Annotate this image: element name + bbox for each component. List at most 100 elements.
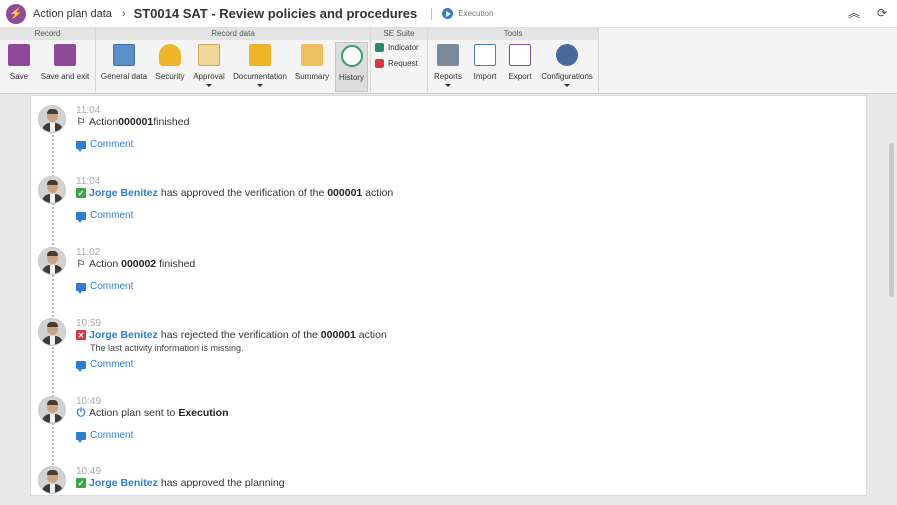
- page-title: ST0014 SAT - Review policies and procedu…: [133, 6, 418, 21]
- entry-text: ✓ Jorge Benitez has approved the plannin…: [76, 477, 285, 489]
- export-label: Export: [508, 72, 532, 81]
- entry-text-pre: Action plan sent to: [89, 407, 179, 419]
- comment-link[interactable]: Comment: [76, 359, 134, 372]
- entry-text-bold: Execution: [178, 407, 229, 419]
- entry-text-post: action: [355, 329, 387, 341]
- save-exit-label: Save and exit: [40, 72, 90, 81]
- entry-text: ✕ Jorge Benitez has rejected the verific…: [76, 329, 387, 341]
- history-button[interactable]: History: [335, 42, 368, 92]
- user-link[interactable]: Jorge Benitez: [89, 477, 158, 489]
- comment-icon: [76, 140, 86, 152]
- history-panel: 11:04 ⚐ Action 000001 finished Comment 1…: [30, 95, 867, 496]
- floppy-disk-icon: [8, 44, 30, 66]
- gear-icon: [556, 44, 578, 66]
- play-status-icon: [442, 8, 454, 19]
- group-title-record-data: Record data: [96, 28, 370, 40]
- scrollbar-thumb[interactable]: [889, 143, 894, 297]
- configurations-button[interactable]: Configurations: [541, 42, 593, 92]
- entry-text: ⚐ Action 000001 finished: [76, 116, 190, 128]
- group-record: Record Save Save and exit: [0, 28, 96, 94]
- group-se-suite: SE Suite Indicator Request: [371, 28, 428, 94]
- summary-button[interactable]: Summary: [294, 42, 330, 92]
- group-title-record: Record: [0, 28, 95, 40]
- reports-label: Reports: [433, 72, 462, 81]
- avatar: [38, 247, 66, 275]
- general-data-button[interactable]: General data: [100, 42, 148, 92]
- entry-text-bold: 000001: [327, 187, 363, 199]
- history-entry: 10:49 ⏻ Action plan sent to Execution Co…: [31, 387, 831, 457]
- approval-button[interactable]: Approval: [192, 42, 226, 92]
- entry-text: ✓ Jorge Benitez has approved the verific…: [76, 187, 393, 199]
- entry-detail: The last activity information is missing…: [90, 343, 244, 353]
- entry-text-post: action: [362, 187, 394, 199]
- save-exit-icon: [54, 44, 76, 66]
- user-link[interactable]: Jorge Benitez: [89, 329, 158, 341]
- history-entry: 11:04 ✓ Jorge Benitez has approved the v…: [31, 167, 831, 237]
- save-button[interactable]: Save: [6, 42, 32, 92]
- request-label: Request: [388, 59, 418, 68]
- approval-label: Approval: [193, 72, 225, 81]
- collapse-icon[interactable]: ︽: [847, 6, 861, 20]
- comment-link[interactable]: Comment: [76, 281, 134, 294]
- security-label: Security: [155, 72, 185, 81]
- action-plan-app-icon: ⚡: [6, 3, 26, 24]
- entry-text-pre: has approved the verification of the: [160, 187, 328, 199]
- reports-button[interactable]: Reports: [433, 42, 463, 92]
- history-entry: 10:49 ✓ Jorge Benitez has approved the p…: [31, 457, 831, 495]
- indicator-button[interactable]: Indicator: [375, 43, 419, 52]
- breadcrumb-root[interactable]: Action plan data: [33, 8, 112, 20]
- flag-icon: ⚐: [76, 258, 86, 270]
- power-icon: ⏻: [76, 406, 86, 419]
- indicator-icon: [375, 43, 384, 52]
- status-label: Execution: [458, 9, 494, 18]
- comment-label: Comment: [90, 281, 134, 292]
- chevron-down-icon: [206, 84, 212, 87]
- comment-link[interactable]: Comment: [76, 210, 134, 223]
- entry-text: ⏻ Action plan sent to Execution: [76, 406, 229, 420]
- comment-link[interactable]: Comment: [76, 139, 133, 152]
- clipboard-check-icon: [198, 44, 220, 66]
- request-icon: [375, 59, 384, 68]
- entry-time: 11:04: [76, 176, 101, 187]
- refresh-icon[interactable]: ⟳: [875, 6, 889, 20]
- entry-time: 10:59: [76, 318, 102, 329]
- chevron-down-icon: [564, 84, 570, 87]
- request-button[interactable]: Request: [375, 59, 418, 68]
- ribbon-toolbar: Record Save Save and exit Record data Ge…: [0, 28, 897, 94]
- import-window-icon: [474, 44, 496, 66]
- group-tools: Tools Reports Import Export Configuratio…: [428, 28, 599, 94]
- comment-label: Comment: [90, 359, 134, 370]
- entry-time: 10:49: [76, 466, 102, 477]
- export-button[interactable]: Export: [506, 42, 534, 92]
- documentation-button[interactable]: Documentation: [232, 42, 288, 92]
- save-and-exit-button[interactable]: Save and exit: [40, 42, 90, 92]
- security-button[interactable]: Security: [154, 42, 186, 92]
- key-icon: [159, 44, 181, 66]
- import-button[interactable]: Import: [471, 42, 499, 92]
- entry-text-pre: has rejected the verification of the: [160, 329, 321, 341]
- group-record-data: Record data General data Security Approv…: [96, 28, 371, 94]
- history-label: History: [339, 73, 364, 82]
- avatar: [38, 466, 66, 494]
- comment-link[interactable]: Comment: [76, 430, 133, 443]
- chevron-right-icon: ›: [121, 7, 126, 20]
- check-icon: ✓: [76, 188, 86, 198]
- summary-label: Summary: [294, 72, 330, 81]
- history-entry: 11:02 ⚐ Action 000002 finished Comment: [31, 238, 831, 308]
- history-clock-icon: [340, 45, 363, 67]
- history-entry: 10:59 ✕ Jorge Benitez has rejected the v…: [31, 309, 831, 387]
- comment-icon: [76, 211, 86, 223]
- summary-folder-icon: [301, 44, 323, 66]
- export-window-icon: [509, 44, 531, 66]
- entry-text-bold: 000001: [118, 116, 154, 128]
- comment-label: Comment: [90, 210, 134, 221]
- avatar: [38, 105, 66, 133]
- entry-text-pre: has approved the planning: [160, 477, 285, 489]
- flag-icon: ⚐: [76, 116, 86, 128]
- general-data-label: General data: [100, 72, 148, 81]
- avatar: [38, 396, 66, 424]
- comment-icon: [76, 360, 86, 372]
- entry-text: ⚐ Action 000002 finished: [76, 258, 196, 270]
- user-link[interactable]: Jorge Benitez: [89, 187, 158, 199]
- entry-text-bold: 000002: [121, 258, 157, 270]
